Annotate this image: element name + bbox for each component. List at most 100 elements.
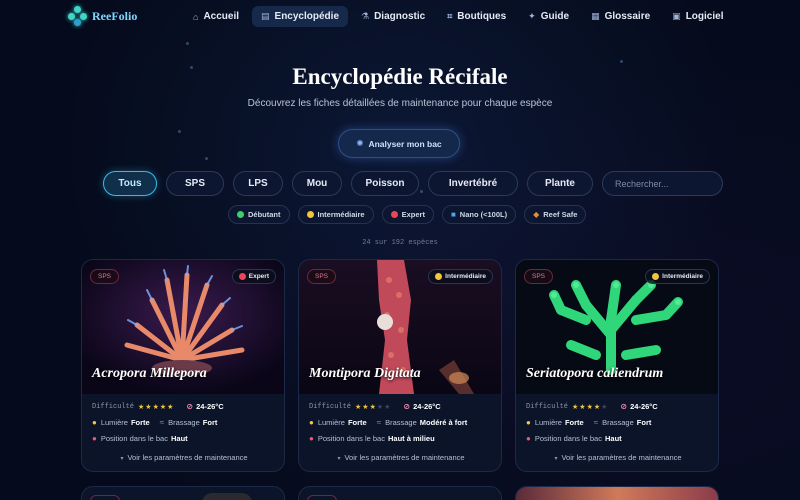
yellow-dot-icon — [652, 273, 660, 280]
compass-icon: ✦ — [528, 11, 536, 21]
difficulty-badge: Expert — [231, 269, 276, 284]
filter-tous[interactable]: Tous — [103, 171, 157, 196]
maintenance-link-label: Voir les paramètres de maintenance — [561, 453, 682, 462]
position-row: ● Position dans le bac Haut à milieu — [309, 434, 435, 443]
bulb-icon: ● — [309, 418, 314, 427]
star-rating: ★★★★★ — [572, 403, 609, 411]
wave-icon: ≈ — [159, 418, 165, 427]
filter-poisson[interactable]: Poisson — [351, 171, 419, 196]
difficulty-row: Difficulté ★★★★★ ⊘ 24-26°C — [309, 402, 441, 411]
position-value: Haut à milieu — [387, 434, 435, 443]
tag-reef-safe[interactable]: ◆ Reef Safe — [524, 205, 587, 224]
species-card-partial[interactable] — [298, 486, 502, 500]
maintenance-link-label: Voir les paramètres de maintenance — [344, 453, 465, 462]
fish-icon: ◆ — [533, 210, 540, 219]
nav-item-logiciel[interactable]: ▣ Logiciel — [663, 6, 732, 27]
tag-label: Reef Safe — [543, 210, 578, 219]
thermometer-icon: ⊘ — [620, 402, 628, 411]
yellow-dot-icon — [435, 273, 443, 280]
difficulty-row: Difficulté ★★★★★ ⊘ 24-26°C — [92, 402, 224, 411]
light-value: Forte — [564, 418, 584, 427]
filter-invertebre[interactable]: Invertébré — [428, 171, 518, 196]
pin-icon: ● — [526, 434, 531, 443]
difficulty-label: Difficulté — [92, 402, 135, 411]
red-dot-icon — [238, 273, 246, 280]
particle — [620, 60, 623, 63]
position-value: Haut — [170, 434, 188, 443]
nav-item-encyclopedie[interactable]: ▤ Encyclopédie — [252, 6, 348, 27]
filter-mou[interactable]: Mou — [292, 171, 342, 196]
cube-icon: ■ — [450, 210, 456, 219]
species-name: Montipora Digitata — [309, 366, 421, 381]
light-value: Forte — [347, 418, 367, 427]
nav-label: Encyclopédie — [274, 11, 339, 22]
thermometer-icon: ⊘ — [403, 402, 411, 411]
difficulty-badge: Intermédiaire — [645, 269, 710, 284]
species-card-partial[interactable] — [515, 486, 719, 500]
bulb-icon: ● — [92, 418, 97, 427]
tag-debutant[interactable]: Débutant — [228, 205, 290, 224]
tag-label: Débutant — [248, 210, 281, 219]
maintenance-link[interactable]: ▾ Voir les paramètres de maintenance — [299, 453, 501, 462]
chevron-down-icon: ▾ — [337, 456, 341, 462]
flow-value: Fort — [636, 418, 652, 427]
nav-item-accueil[interactable]: ⌂ Accueil — [184, 6, 248, 27]
species-card[interactable]: SPS Intermédiaire Seriatopora caliendrum… — [515, 259, 719, 472]
nav-item-boutiques[interactable]: ⌗ Boutiques — [438, 6, 515, 27]
difficulty-label: Intermédiaire — [445, 273, 486, 280]
reef-logo-icon — [68, 6, 88, 26]
temperature: ⊘ 24-26°C — [403, 402, 440, 411]
analyze-tank-button[interactable]: ✺ Analyser mon bac — [338, 129, 460, 158]
nav-item-diagnostic[interactable]: ⚗ Diagnostic — [352, 6, 434, 27]
maintenance-link-label: Voir les paramètres de maintenance — [127, 453, 248, 462]
tag-nano[interactable]: ■ Nano (<100L) — [441, 205, 517, 224]
chevron-down-icon: ▾ — [554, 456, 558, 462]
light-flow-row: ● Lumière Forte ≈ Brassage Fort — [526, 418, 651, 427]
flow-label: Brassage — [602, 418, 634, 427]
difficulty-label: Difficulté — [309, 402, 352, 411]
nav-item-guide[interactable]: ✦ Guide — [519, 6, 578, 27]
particle — [178, 130, 181, 133]
tag-expert[interactable]: Expert — [381, 205, 434, 224]
difficulty-row: Difficulté ★★★★★ ⊘ 24-26°C — [526, 402, 658, 411]
brand-logo[interactable]: ReeFolio — [68, 6, 137, 26]
results-count: 24 sur 192 espèces — [362, 239, 438, 247]
star-rating: ★★★★★ — [138, 403, 175, 411]
home-icon: ⌂ — [193, 11, 199, 22]
pin-icon: ● — [92, 434, 97, 443]
temperature-value: 24-26°C — [630, 402, 658, 411]
position-label: Position dans le bac — [317, 434, 385, 443]
software-icon: ▣ — [672, 11, 681, 21]
nav-label: Accueil — [203, 11, 240, 22]
nav-label: Guide — [540, 11, 570, 22]
position-label: Position dans le bac — [534, 434, 602, 443]
flow-value: Modéré à fort — [419, 418, 468, 427]
species-card-partial[interactable] — [81, 486, 285, 500]
temperature: ⊘ 24-26°C — [620, 402, 657, 411]
light-value: Forte — [130, 418, 150, 427]
difficulty-label: Intermédiaire — [662, 273, 703, 280]
maintenance-link[interactable]: ▾ Voir les paramètres de maintenance — [82, 453, 284, 462]
species-card[interactable]: SPS Expert Acropora Millepora Difficulté… — [81, 259, 285, 472]
brand-name: ReeFolio — [92, 8, 138, 23]
filter-lps[interactable]: LPS — [233, 171, 283, 196]
green-dot-icon — [237, 211, 244, 218]
filter-sps[interactable]: SPS — [166, 171, 224, 196]
particle — [186, 42, 189, 45]
species-card[interactable]: SPS Intermédiaire Montipora Digitata Dif… — [298, 259, 502, 472]
light-label: Lumière — [100, 418, 128, 427]
search-input[interactable] — [602, 171, 723, 196]
tag-label: Intermédiaire — [317, 210, 365, 219]
nav-label: Logiciel — [685, 11, 724, 22]
analyze-tank-label: Analyser mon bac — [368, 138, 442, 149]
nav-item-glossaire[interactable]: ▦ Glossaire — [582, 6, 659, 27]
position-row: ● Position dans le bac Haut — [92, 434, 188, 443]
maintenance-link[interactable]: ▾ Voir les paramètres de maintenance — [516, 453, 718, 462]
difficulty-label: Difficulté — [526, 402, 569, 411]
page-subtitle: Découvrez les fiches détaillées de maint… — [247, 98, 553, 109]
temperature-value: 24-26°C — [196, 402, 224, 411]
tag-intermediaire[interactable]: Intermédiaire — [297, 205, 374, 224]
type-badge: SPS — [307, 269, 337, 284]
shop-icon: ⌗ — [447, 11, 453, 21]
filter-plante[interactable]: Plante — [527, 171, 593, 196]
